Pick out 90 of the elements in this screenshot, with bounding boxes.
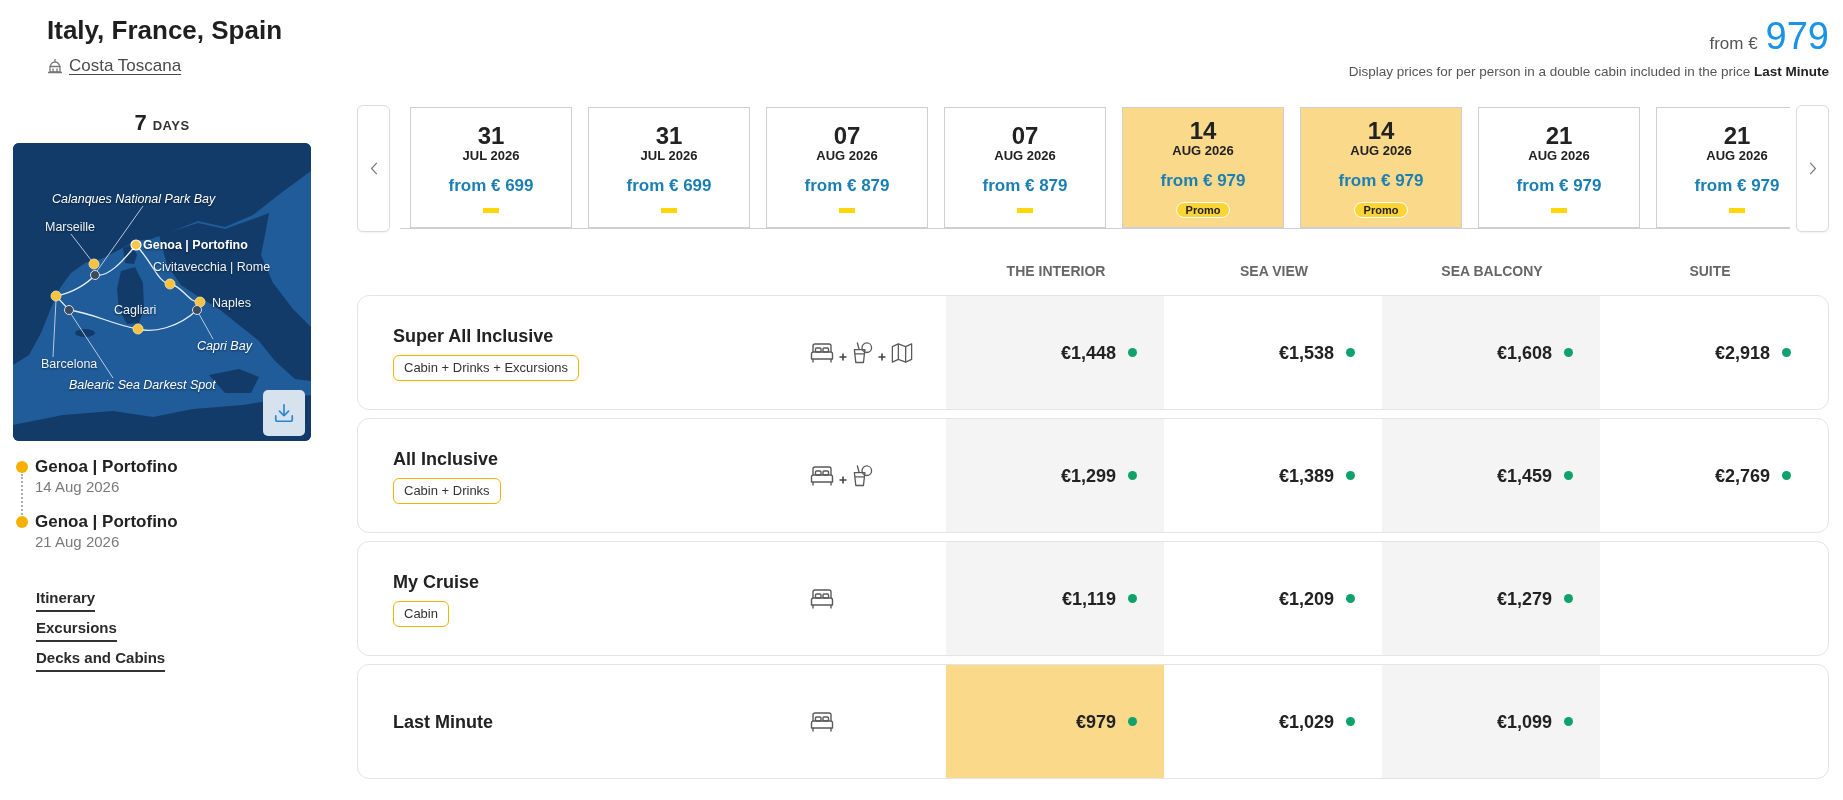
bed-icon (810, 710, 834, 733)
lowest-price: 979 (1765, 14, 1829, 58)
package-tag: Cabin + Drinks (393, 477, 501, 504)
duration-number: 7 (134, 110, 147, 136)
bed-icon (810, 341, 834, 364)
dash-icon (1729, 207, 1745, 213)
package-tag: Cabin + Drinks + Excursions (393, 354, 579, 381)
port-date: 21 Aug 2026 (35, 532, 121, 552)
price-cell[interactable]: €1,448 (946, 296, 1164, 409)
fare-name: My Cruise (393, 570, 480, 593)
section-link[interactable]: Itinerary (36, 588, 96, 612)
price-note: Display prices for per person in a double cabin included in the price Last Minute (1348, 63, 1829, 81)
domed-building-icon (47, 58, 63, 74)
fare-name: All Inclusive (393, 447, 499, 470)
leader-line (52, 299, 57, 358)
price-cell[interactable]: €1,608 (1382, 296, 1600, 409)
bed-icon (810, 587, 834, 610)
price-cell[interactable]: €1,279 (1382, 542, 1600, 655)
map-label: Civitavecchia | Rome (153, 259, 271, 275)
port-marker-icon (194, 296, 206, 308)
price-cell[interactable]: €1,299 (946, 419, 1164, 532)
drink-icon (852, 341, 873, 364)
port-marker-icon (50, 290, 62, 302)
date-card[interactable]: 21 AUG 2026 from € 979 (1478, 107, 1640, 228)
route-title: Italy, France, Spain (47, 14, 283, 46)
leader-line (198, 313, 214, 340)
dash-icon (483, 207, 499, 213)
scenic-stop-icon (64, 305, 74, 315)
next-button[interactable] (1796, 105, 1829, 232)
chevron-left-icon (369, 162, 378, 175)
section-link[interactable]: Excursions (36, 618, 117, 642)
date-card[interactable]: 31 JUL 2026 from € 699 (410, 107, 572, 228)
map-label: Calanques National Park Bay (52, 191, 216, 207)
map-label: Barcelona (41, 356, 98, 372)
column-header: SUITE (1688, 262, 1732, 280)
price-cell[interactable]: €1,099 (1382, 665, 1600, 778)
price-cell[interactable]: €979 (946, 665, 1164, 778)
column-header: SEA BALCONY (1440, 262, 1544, 280)
date-card[interactable]: 14 AUG 2026 from € 979 Promo (1122, 107, 1284, 228)
download-icon (273, 402, 295, 424)
date-card[interactable]: 07 AUG 2026 from € 879 (766, 107, 928, 228)
scenic-stop-icon (90, 270, 100, 280)
map-label: Capri Bay (197, 338, 252, 354)
plus-icon (839, 353, 847, 361)
duration-unit: DAYS (152, 117, 190, 135)
download-button[interactable] (263, 390, 305, 436)
port-marker-icon (132, 323, 144, 335)
leader-line (70, 233, 92, 261)
dash-icon (661, 207, 677, 213)
plus-icon (839, 476, 847, 484)
dash-icon (839, 207, 855, 213)
ship-link[interactable]: Costa Toscana (47, 56, 182, 76)
promo-badge: Promo (1175, 201, 1231, 218)
promo-badge: Promo (1353, 201, 1409, 218)
date-card[interactable]: 21 AUG 2026 from € 979 (1656, 107, 1790, 228)
map-label: Cagliari (114, 302, 157, 318)
plus-icon (878, 353, 886, 361)
price-cell[interactable]: €1,459 (1382, 419, 1600, 532)
bed-icon (810, 464, 834, 487)
date-card[interactable]: 31 JUL 2026 from € 699 (588, 107, 750, 228)
map-label: Genoa | Portofino (143, 237, 248, 253)
island-drawing (75, 329, 95, 337)
previous-button[interactable] (357, 105, 390, 232)
fare-name: Last Minute (393, 710, 493, 733)
package-tag: Cabin (393, 600, 449, 627)
date-card[interactable]: 07 AUG 2026 from € 879 (944, 107, 1106, 228)
port-marker-icon (164, 278, 176, 290)
date-card[interactable]: 14 AUG 2026 from € 979 Promo (1300, 107, 1462, 228)
column-header: SEA VIEW (1239, 262, 1309, 280)
column-header: THE INTERIOR (1005, 262, 1107, 280)
dash-icon (1017, 207, 1033, 213)
chevron-right-icon (1808, 162, 1817, 175)
drink-icon (852, 464, 873, 487)
timeline-line (21, 474, 23, 515)
leader-line (96, 205, 144, 272)
dash-icon (1551, 207, 1567, 213)
map-label: Balearic Sea Darkest Spot (69, 377, 216, 393)
folded-map-icon (891, 341, 913, 364)
port-marker-icon (130, 239, 142, 251)
scenic-stop-icon (192, 305, 202, 315)
port-name: Genoa | Portofino (35, 512, 178, 532)
port-name: Genoa | Portofino (35, 457, 178, 477)
map-label: Naples (212, 295, 251, 311)
price-cell[interactable]: €1,119 (946, 542, 1164, 655)
port-marker-icon (88, 258, 100, 270)
price-prefix: from € (1709, 33, 1758, 55)
port-date: 14 Aug 2026 (35, 477, 121, 497)
fare-name: Super All Inclusive (393, 324, 554, 347)
map-label: Marseille (45, 219, 95, 235)
section-link[interactable]: Decks and Cabins (36, 648, 166, 672)
